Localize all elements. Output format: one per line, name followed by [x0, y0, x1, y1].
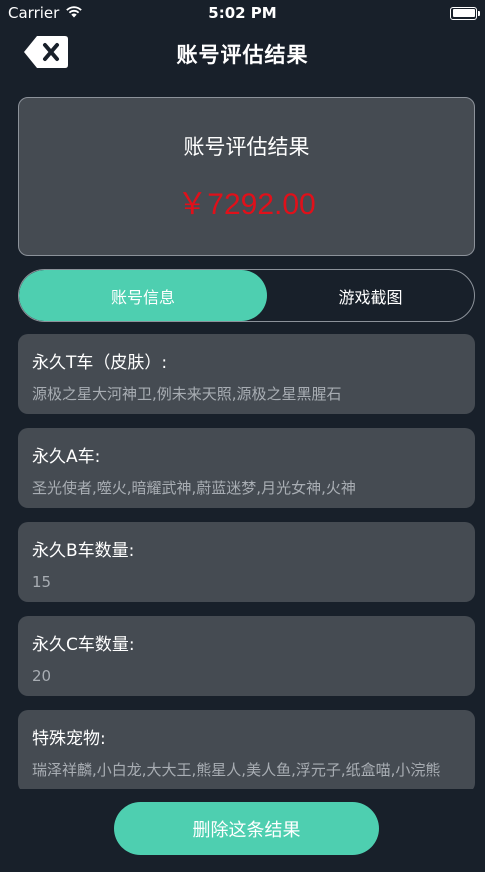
info-label: 永久A车:	[32, 447, 101, 467]
status-bar: Carrier 5:02 PM	[0, 0, 485, 26]
info-label: 特殊宠物:	[32, 729, 106, 749]
info-value: 瑞泽祥麟,小白龙,大大王,熊星人,美人鱼,浮元子,纸盒喵,小浣熊	[32, 761, 441, 779]
info-label: 永久B车数量:	[32, 541, 135, 561]
result-title: 账号评估结果	[183, 134, 310, 159]
info-card: 永久T车（皮肤）: 源极之星大河神卫,例未来天照,源极之星黑腥石	[18, 334, 475, 414]
carrier-label: Carrier	[8, 4, 60, 22]
info-card: 永久C车数量: 20	[18, 616, 475, 696]
tab-account-info[interactable]: 账号信息	[19, 270, 267, 321]
wifi-icon	[65, 4, 83, 22]
result-card: 账号评估结果 ￥7292.00	[18, 97, 475, 256]
info-label: 永久C车数量:	[32, 635, 135, 655]
back-button[interactable]	[22, 36, 70, 72]
nav-bar: 账号评估结果	[0, 26, 485, 82]
info-card: 永久A车: 圣光使者,噬火,暗耀武神,蔚蓝迷梦,月光女神,火神	[18, 428, 475, 508]
status-left: Carrier	[8, 4, 83, 22]
delete-result-button[interactable]: 删除这条结果	[114, 802, 379, 855]
info-value: 20	[32, 667, 52, 685]
info-value: 15	[32, 573, 52, 591]
backspace-icon	[23, 34, 69, 74]
info-label: 永久T车（皮肤）:	[32, 353, 168, 373]
tab-game-screenshots[interactable]: 游戏截图	[267, 270, 474, 321]
result-price: ￥7292.00	[177, 187, 316, 221]
info-value: 源极之星大河神卫,例未来天照,源极之星黑腥石	[32, 385, 342, 403]
tab-segment: 账号信息 游戏截图	[18, 269, 475, 322]
info-card: 永久B车数量: 15	[18, 522, 475, 602]
page-title: 账号评估结果	[176, 43, 309, 67]
info-value: 圣光使者,噬火,暗耀武神,蔚蓝迷梦,月光女神,火神	[32, 479, 356, 497]
info-card: 特殊宠物: 瑞泽祥麟,小白龙,大大王,熊星人,美人鱼,浮元子,纸盒喵,小浣熊	[18, 710, 475, 789]
battery-icon	[450, 6, 480, 20]
info-list[interactable]: 永久T车（皮肤）: 源极之星大河神卫,例未来天照,源极之星黑腥石 永久A车: 圣…	[18, 334, 475, 789]
